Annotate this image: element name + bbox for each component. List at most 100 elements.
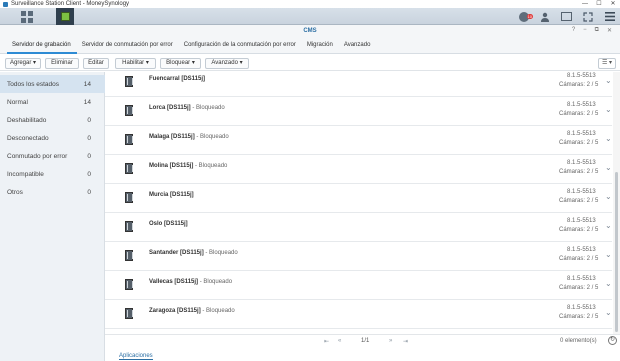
scrollbar-thumb[interactable] — [615, 172, 618, 332]
camera-count: Cámaras: 2 / 5 — [559, 198, 599, 204]
server-version: 8.1.5-5513 — [567, 189, 596, 195]
server-version: 8.1.5-5513 — [567, 160, 596, 166]
tab-applications[interactable]: Aplicaciones — [119, 353, 153, 360]
page-indicator: 1/1 — [361, 338, 370, 344]
fullscreen-icon[interactable] — [582, 11, 594, 22]
filter-label: Incompatible — [7, 171, 44, 178]
filter-disconnected[interactable]: Desconectado 0 — [0, 129, 105, 147]
server-status: - Bloqueado — [193, 163, 228, 169]
chevron-down-icon[interactable]: ⌄ — [605, 308, 612, 317]
server-row[interactable]: Santander [DS115j] - Bloqueado 8.1.5-551… — [105, 242, 612, 271]
camera-count: Cámaras: 2 / 5 — [559, 111, 599, 117]
menu-icon[interactable] — [604, 11, 616, 22]
grid-icon[interactable] — [20, 10, 34, 23]
chevron-down-icon[interactable]: ⌄ — [605, 163, 612, 172]
list-scrollbar[interactable] — [613, 72, 620, 334]
nas-device-icon — [125, 76, 133, 87]
server-row[interactable]: Fuencarral [DS115j] 8.1.5-5513 Cámaras: … — [105, 68, 612, 97]
filter-count: 0 — [87, 171, 91, 178]
filter-label: Conmutado por error — [7, 153, 68, 160]
chevron-down-icon[interactable]: ⌄ — [605, 221, 612, 230]
filter-disabled[interactable]: Deshabilitado 0 — [0, 111, 105, 129]
filter-others[interactable]: Otros 0 — [0, 183, 105, 201]
server-status: - Bloqueado — [190, 105, 225, 111]
chevron-down-icon[interactable]: ⌄ — [605, 192, 612, 201]
server-row[interactable]: Murcia [DS115j] 8.1.5-5513 Cámaras: 2 / … — [105, 184, 612, 213]
first-page-button[interactable]: ⇤ — [324, 338, 329, 345]
refresh-icon[interactable]: ↻ — [608, 336, 617, 345]
tab-migration[interactable]: Migración — [302, 38, 339, 54]
server-name: Molina [DS115j] — [149, 163, 194, 169]
tab-failover-settings[interactable]: Configuración de la conmutación por erro… — [179, 38, 302, 54]
chevron-down-icon[interactable]: ⌄ — [605, 250, 612, 259]
chevron-down-icon[interactable]: ⌄ — [605, 105, 612, 114]
window-icon[interactable] — [561, 12, 572, 21]
window-maximize-button[interactable]: ☐ — [592, 0, 606, 8]
delete-button[interactable]: Eliminar — [45, 58, 79, 69]
chevron-down-icon[interactable]: ⌄ — [605, 76, 612, 85]
server-row[interactable]: Lorca [DS115j] - Bloqueado 8.1.5-5513 Cá… — [105, 97, 612, 126]
tab-advanced[interactable]: Avanzado — [339, 38, 377, 54]
camera-count: Cámaras: 2 / 5 — [559, 140, 599, 146]
filter-count: 0 — [87, 117, 91, 124]
nas-device-icon — [125, 250, 133, 261]
camera-count: Cámaras: 2 / 5 — [559, 256, 599, 262]
server-row[interactable]: Oslo [DS115j] 8.1.5-5513 Cámaras: 2 / 5 … — [105, 213, 612, 242]
element-count: 0 elemento(s) — [560, 338, 597, 344]
filter-all-states[interactable]: Todos los estados 14 — [0, 75, 105, 93]
window-titlebar: Surveillance Station Client - MoneySynol… — [0, 0, 620, 8]
filter-count: 0 — [87, 153, 91, 160]
prev-page-button[interactable]: « — [338, 338, 341, 344]
cms-title: CMS — [303, 28, 317, 34]
server-row[interactable]: Zaragoza [DS115j] - Bloqueado 8.1.5-5513… — [105, 300, 612, 329]
server-name-wrap: Murcia [DS115j] — [149, 192, 194, 198]
notification-badge: 10 — [526, 13, 533, 19]
cms-restore-button[interactable]: ⧉ — [595, 27, 599, 34]
window-minimize-button[interactable]: — — [578, 0, 592, 8]
chevron-down-icon[interactable]: ⌄ — [605, 279, 612, 288]
server-version: 8.1.5-5513 — [567, 276, 596, 282]
notification-icon[interactable]: 10 — [519, 11, 533, 22]
nas-device-icon — [125, 221, 133, 232]
server-version: 8.1.5-5513 — [567, 247, 596, 253]
topbar-right-icons: 10 — [519, 8, 616, 25]
window-close-button[interactable]: ✕ — [606, 0, 620, 8]
pagination-bar: ⇤ « 1/1 » ⇥ 0 elemento(s) ↻ — [105, 334, 620, 348]
tab-failover-server[interactable]: Servidor de conmutación por error — [77, 38, 179, 54]
filter-incompatible[interactable]: Incompatible 0 — [0, 165, 105, 183]
cms-close-button[interactable]: ✕ — [607, 27, 612, 34]
server-status: - Bloqueado — [200, 308, 235, 314]
server-row[interactable]: Vallecas [DS115j] - Bloqueado 8.1.5-5513… — [105, 271, 612, 300]
filter-normal[interactable]: Normal 14 — [0, 93, 105, 111]
camera-count: Cámaras: 2 / 5 — [559, 169, 599, 175]
filter-count: 14 — [83, 81, 91, 88]
tab-recording-server[interactable]: Servidor de grabación — [7, 38, 77, 54]
chevron-down-icon[interactable]: ⌄ — [605, 134, 612, 143]
nas-device-icon — [125, 308, 133, 319]
server-name: Santander [DS115j] — [149, 250, 204, 256]
nas-device-icon — [125, 105, 133, 116]
server-row[interactable]: Malaga [DS115j] - Bloqueado 8.1.5-5513 C… — [105, 126, 612, 155]
server-status: - Bloqueado — [198, 279, 233, 285]
filter-label: Otros — [7, 189, 23, 196]
filter-failed-over[interactable]: Conmutado por error 0 — [0, 147, 105, 165]
nas-device-icon — [125, 163, 133, 174]
server-name-wrap: Oslo [DS115j] — [149, 221, 188, 227]
cms-icon — [60, 12, 70, 21]
app-topbar: 10 — [0, 8, 620, 25]
last-page-button[interactable]: ⇥ — [403, 338, 408, 345]
filter-label: Desconectado — [7, 135, 49, 142]
server-status: - Bloqueado — [203, 250, 238, 256]
server-name: Lorca [DS115j] — [149, 105, 191, 111]
cms-app-tab[interactable] — [56, 8, 74, 25]
user-icon[interactable] — [539, 11, 551, 22]
server-version: 8.1.5-5513 — [567, 73, 596, 79]
next-page-button[interactable]: » — [389, 338, 392, 344]
server-name: Vallecas [DS115j] — [149, 279, 199, 285]
server-name-wrap: Fuencarral [DS115j] — [149, 76, 205, 82]
help-icon[interactable]: ? — [572, 27, 575, 34]
nas-device-icon — [125, 279, 133, 290]
server-row[interactable]: Molina [DS115j] - Bloqueado 8.1.5-5513 C… — [105, 155, 612, 184]
add-button[interactable]: Agregar ▾ — [5, 58, 41, 69]
cms-minimize-button[interactable]: − — [583, 27, 587, 34]
